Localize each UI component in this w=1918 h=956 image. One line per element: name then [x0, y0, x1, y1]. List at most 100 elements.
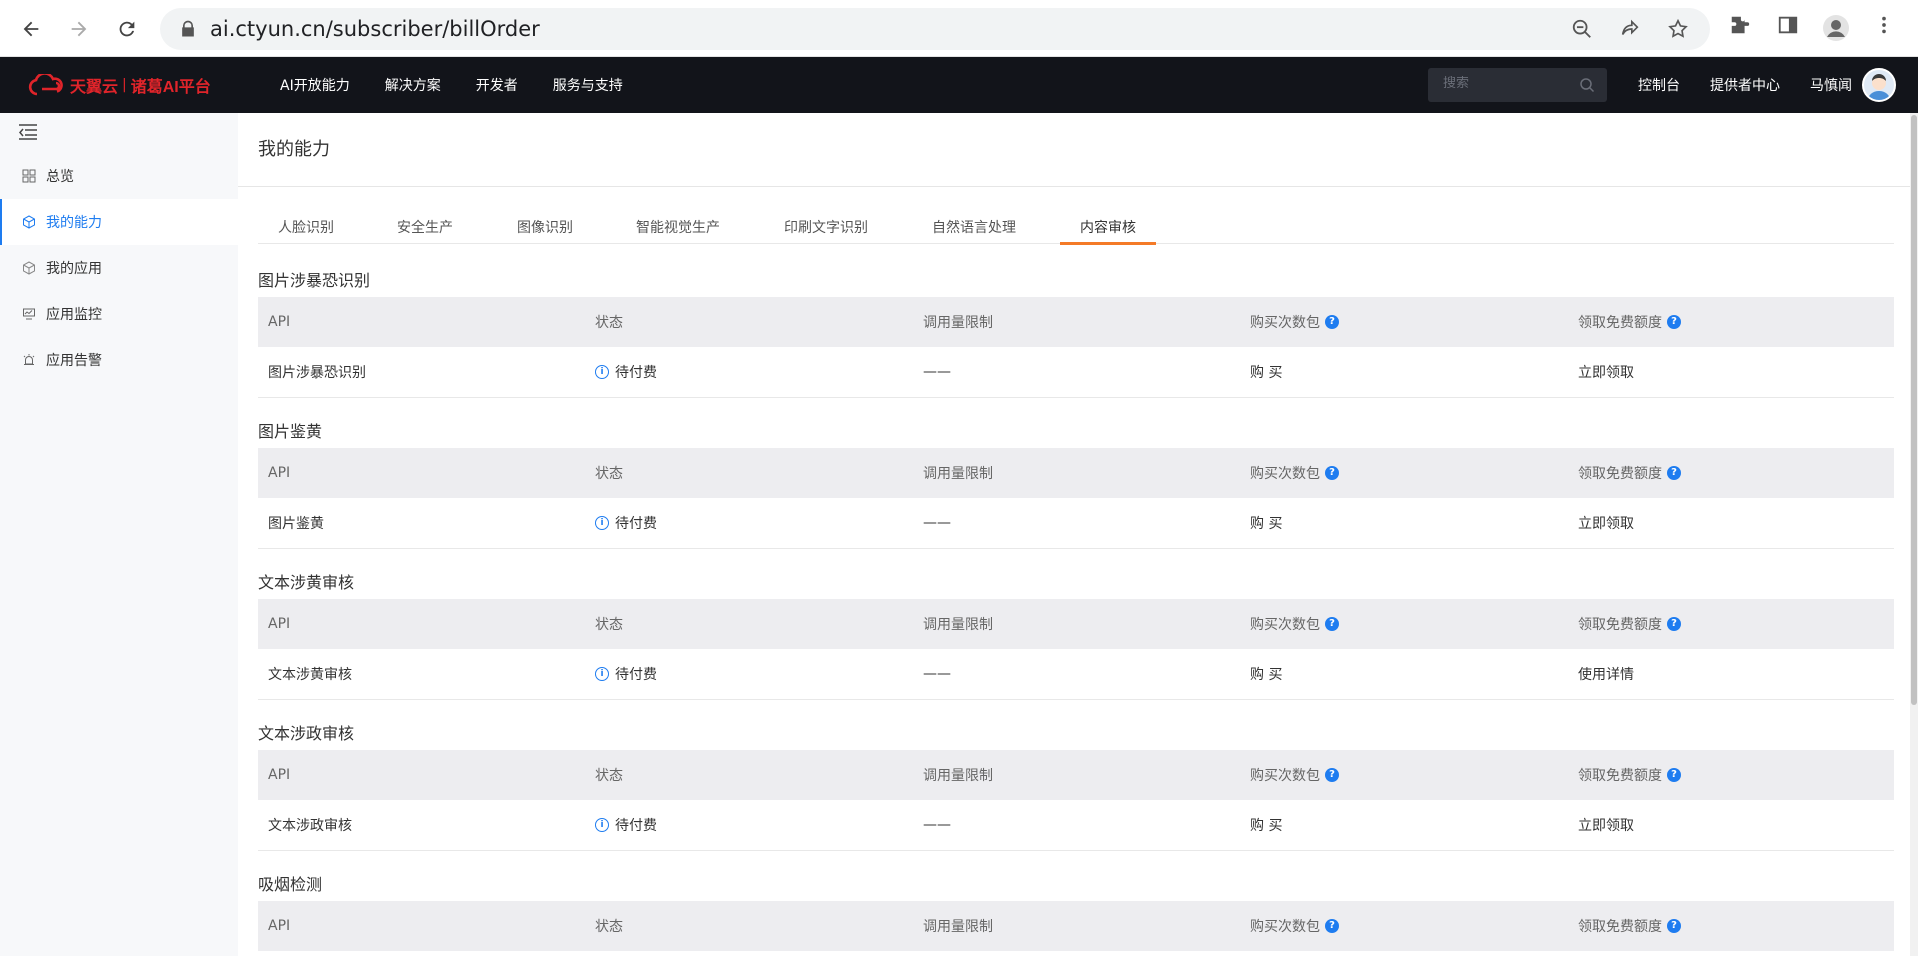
col-limit: 调用量限制: [923, 315, 993, 331]
brand-logo[interactable]: 天翼云 | 诸葛AI平台: [28, 73, 211, 97]
sidebar-item-overview[interactable]: 总览: [0, 153, 238, 199]
sidebar-item-app-alerts[interactable]: 应用告警: [0, 337, 238, 383]
col-api: API: [268, 767, 291, 783]
help-icon[interactable]: ?: [1325, 617, 1339, 631]
extensions-icon[interactable]: [1726, 14, 1754, 42]
help-icon[interactable]: ?: [1667, 617, 1681, 631]
platform-name: 诸葛AI平台: [130, 79, 211, 96]
table-header: API 状态 调用量限制 购买次数包? 领取免费额度?: [258, 297, 1894, 347]
top-nav: AI开放能力 解决方案 开发者 服务与支持: [280, 57, 658, 113]
help-icon[interactable]: ?: [1325, 315, 1339, 329]
section-title: 图片鉴黄: [258, 422, 323, 441]
side-panel-icon[interactable]: [1774, 14, 1802, 42]
col-limit: 调用量限制: [923, 919, 993, 935]
tab-nlp[interactable]: 自然语言处理: [912, 207, 1036, 244]
col-free-label: 领取免费额度: [1578, 768, 1662, 784]
claim-free-link[interactable]: 立即领取: [1578, 347, 1634, 397]
col-free: 领取免费额度?: [1578, 901, 1681, 951]
profile-icon[interactable]: [1822, 14, 1850, 42]
claim-free-link[interactable]: 立即领取: [1578, 498, 1634, 548]
buy-link[interactable]: 购 买: [1250, 498, 1282, 548]
table-header: API 状态 调用量限制 购买次数包? 领取免费额度?: [258, 599, 1894, 649]
help-icon[interactable]: ?: [1325, 466, 1339, 480]
help-icon[interactable]: ?: [1667, 466, 1681, 480]
col-api: API: [268, 616, 291, 632]
sidebar-item-my-apps[interactable]: 我的应用: [0, 245, 238, 291]
nav-support[interactable]: 服务与支持: [553, 75, 623, 95]
tab-ocr[interactable]: 印刷文字识别: [764, 207, 888, 244]
address-bar[interactable]: ai.ctyun.cn/subscriber/billOrder: [160, 8, 1710, 50]
status-text: 待付费: [615, 667, 657, 683]
col-limit: 调用量限制: [923, 466, 993, 482]
url-text[interactable]: ai.ctyun.cn/subscriber/billOrder: [210, 17, 540, 41]
section-title: 文本涉政审核: [258, 724, 355, 743]
col-buy-label: 购买次数包: [1250, 315, 1320, 331]
tab-face-recognition[interactable]: 人脸识别: [258, 207, 354, 244]
nav-developers[interactable]: 开发者: [476, 75, 518, 95]
nav-ai-capabilities[interactable]: AI开放能力: [280, 75, 350, 95]
help-icon[interactable]: ?: [1325, 919, 1339, 933]
status-text: 待付费: [615, 365, 657, 381]
col-status: 状态: [595, 466, 623, 482]
col-buy: 购买次数包?: [1250, 901, 1339, 951]
col-limit: 调用量限制: [923, 768, 993, 784]
menu-collapse-icon[interactable]: [18, 123, 38, 141]
col-buy-label: 购买次数包: [1250, 919, 1320, 935]
alarm-icon: [23, 354, 35, 365]
buy-link[interactable]: 购 买: [1250, 649, 1282, 699]
nav-solutions[interactable]: 解决方案: [385, 75, 441, 95]
tab-content-moderation[interactable]: 内容审核: [1060, 207, 1156, 245]
forward-icon[interactable]: [62, 12, 96, 46]
help-icon[interactable]: ?: [1667, 315, 1681, 329]
status-cell: i 待付费: [595, 800, 657, 850]
share-icon[interactable]: [1618, 18, 1642, 42]
col-limit: 调用量限制: [923, 617, 993, 633]
api-name: 图片涉暴恐识别: [268, 365, 366, 381]
avatar[interactable]: [1862, 68, 1896, 102]
table-row: 图片鉴黄 i 待付费 —— 购 买 立即领取: [258, 498, 1894, 549]
reload-icon[interactable]: [110, 12, 144, 46]
scrollbar-thumb[interactable]: [1911, 115, 1917, 705]
status-cell: i 待付费: [595, 347, 657, 397]
back-icon[interactable]: [14, 12, 48, 46]
help-icon[interactable]: ?: [1667, 919, 1681, 933]
col-free: 领取免费额度?: [1578, 750, 1681, 800]
username[interactable]: 马慎闻: [1810, 57, 1852, 113]
more-menu-icon[interactable]: [1870, 14, 1898, 42]
lock-icon: [182, 20, 194, 37]
sidebar-item-app-monitoring[interactable]: 应用监控: [0, 291, 238, 337]
col-buy: 购买次数包?: [1250, 448, 1339, 498]
info-icon: i: [595, 516, 609, 530]
col-free-label: 领取免费额度: [1578, 617, 1662, 633]
col-api: API: [268, 314, 291, 330]
claim-free-link[interactable]: 立即领取: [1578, 800, 1634, 850]
provider-center-link[interactable]: 提供者中心: [1710, 57, 1780, 113]
header-search-input[interactable]: [1443, 76, 1573, 91]
col-status: 状态: [595, 617, 623, 633]
title-divider: [238, 186, 1918, 187]
tab-image-recognition[interactable]: 图像识别: [497, 207, 593, 244]
col-status: 状态: [595, 919, 623, 935]
col-status: 状态: [595, 315, 623, 331]
col-free: 领取免费额度?: [1578, 448, 1681, 498]
tab-safety-production[interactable]: 安全生产: [377, 207, 473, 244]
api-name: 图片鉴黄: [268, 516, 324, 532]
table-row: 文本涉政审核 i 待付费 —— 购 买 立即领取: [258, 800, 1894, 851]
tab-smart-vision[interactable]: 智能视觉生产: [616, 207, 740, 244]
bookmark-star-icon[interactable]: [1666, 18, 1690, 42]
sidebar-item-label: 我的应用: [46, 261, 102, 277]
console-link[interactable]: 控制台: [1638, 57, 1680, 113]
header-search[interactable]: [1428, 68, 1607, 102]
limit-value: ——: [923, 364, 951, 380]
sidebar-item-my-capabilities[interactable]: 我的能力: [0, 199, 238, 245]
search-icon[interactable]: [1579, 77, 1595, 93]
section-title: 图片涉暴恐识别: [258, 271, 371, 290]
usage-details-link[interactable]: 使用详情: [1578, 649, 1634, 699]
help-icon[interactable]: ?: [1667, 768, 1681, 782]
buy-link[interactable]: 购 买: [1250, 800, 1282, 850]
table-row: 图片涉暴恐识别 i 待付费 —— 购 买 立即领取: [258, 347, 1894, 398]
status-cell: i 待付费: [595, 498, 657, 548]
zoom-out-icon[interactable]: [1570, 18, 1594, 42]
buy-link[interactable]: 购 买: [1250, 347, 1282, 397]
help-icon[interactable]: ?: [1325, 768, 1339, 782]
